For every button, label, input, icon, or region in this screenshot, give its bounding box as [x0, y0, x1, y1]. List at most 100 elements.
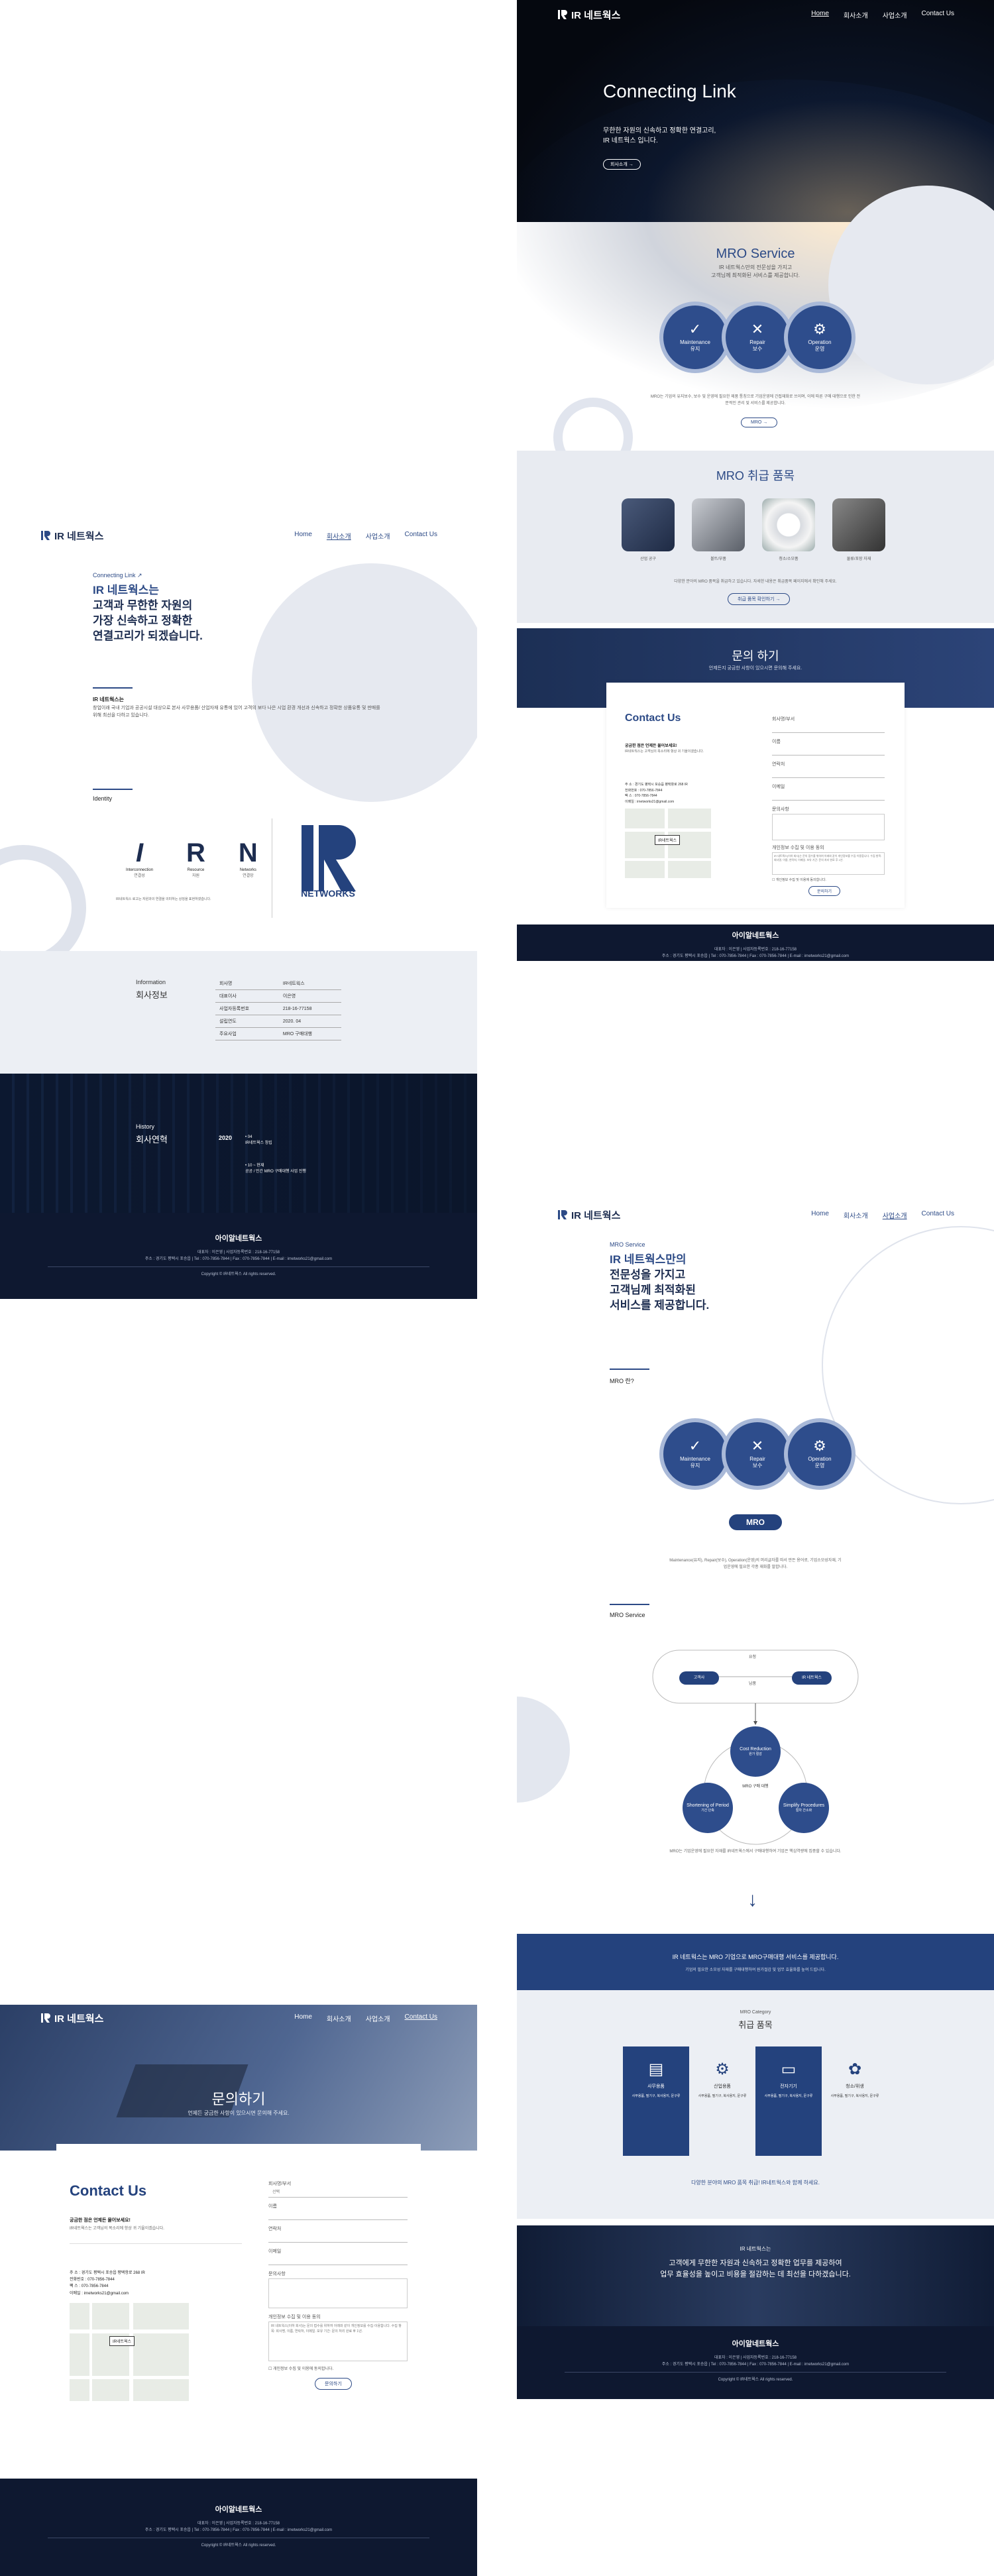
nav-business[interactable]: 사업소개	[366, 531, 390, 541]
phone-field[interactable]	[772, 769, 885, 778]
circle-label-en: Maintenance	[680, 339, 710, 345]
nav-home[interactable]: Home	[294, 531, 312, 541]
mro-button[interactable]: MRO →	[741, 418, 778, 427]
tel-value: 070-7856-7844	[87, 2278, 115, 2282]
item-card[interactable]: 볼트/부품	[692, 498, 745, 561]
submit-button[interactable]: 문의하기	[315, 2378, 352, 2390]
items-button[interactable]: 취급 품목 확인하기 →	[728, 593, 791, 605]
identity-letters: I Interconnection 연결성 R Resource 자원 N Network…	[126, 838, 258, 878]
company-label: 회사명/부서	[772, 717, 795, 722]
contact-page: IR 네트웍스 Home 회사소개 사업소개 Contact Us 문의하기 언제든 …	[0, 2005, 477, 2576]
item-label: 청소/소모품	[779, 557, 799, 561]
agree-label: 개인정보 수집 및 이용에 동의합니다.	[273, 2367, 334, 2371]
nav-contact[interactable]: Contact Us	[922, 10, 954, 20]
brand-logo[interactable]: IR 네트웍스	[557, 8, 620, 22]
item-card[interactable]: 청소/소모품	[762, 498, 815, 561]
company-select[interactable]: 선택	[268, 2188, 408, 2198]
category-card[interactable]: ✿ 청소/위생 사무용품, 필기구, 복사용지, 문구류	[822, 2046, 888, 2156]
tel-value: 070-7856-7844	[639, 788, 663, 793]
brand-logo[interactable]: IR 네트웍스	[40, 2011, 103, 2025]
name-label: 이름	[268, 2204, 277, 2209]
info-key: 대표이사	[215, 989, 279, 1003]
info-section: Information 회사정보 회사명 IR네트웍스 대표이사 이은영 사업자등록…	[0, 951, 477, 1074]
nav-contact[interactable]: Contact Us	[922, 1210, 954, 1220]
privacy-box[interactable]: IR 네트웍스(이하 회사)는 문의 접수를 위하여 아래와 같이 개인정보를 …	[268, 2322, 408, 2361]
closing-line: IR 네트웍스는	[740, 2246, 771, 2252]
inquiry-textarea[interactable]	[268, 2278, 408, 2308]
hero-button[interactable]: 회사소개 →	[603, 159, 641, 170]
contact-question: 궁금한 점은 언제든 물어보세요!	[625, 744, 677, 748]
contact-info: 주 소 : 경기도 평택시 포승읍 평택항로 268 IR 전화번호 : 070…	[625, 783, 688, 804]
category-card[interactable]: ▭ 전자기기 사무용품, 필기구, 복사용지, 문구류	[755, 2046, 822, 2156]
category-card[interactable]: ⚙ 산업용품 사무용품, 필기구, 복사용지, 문구류	[689, 2046, 755, 2156]
info-value: IR네트웍스	[278, 978, 341, 990]
item-card[interactable]: 산업 공구	[622, 498, 675, 561]
home-page: IR 네트웍스 Home 회사소개 사업소개 Contact Us Connectin…	[517, 0, 994, 961]
footer-logo: 아이알네트웍스	[517, 2338, 994, 2351]
nav-company[interactable]: 회사소개	[844, 10, 868, 20]
service-title-line: 고객님께 최적화된	[610, 1283, 696, 1296]
letter-ko: 자원	[192, 874, 199, 878]
nav-company[interactable]: 회사소개	[327, 531, 351, 541]
agree-checkbox[interactable]: ☐ 개인정보 수집 및 이용에 동의합니다.	[268, 2365, 408, 2371]
map-pin: IR네트웍스	[655, 835, 681, 845]
item-card[interactable]: 물류/포장 자재	[832, 498, 885, 561]
history-month: 10 ~ 현재	[247, 1164, 264, 1168]
nav-home[interactable]: Home	[811, 1210, 829, 1220]
gear-icon: ⚙	[813, 1437, 826, 1454]
mro-sub2: 고객님께 최적화된 서비스를 제공합니다.	[710, 272, 800, 278]
location-map[interactable]: IR네트웍스	[70, 2303, 189, 2401]
fax-label: 팩 스	[625, 794, 632, 798]
item-photo	[832, 498, 885, 551]
simp-ko: 절차 간소화	[795, 1809, 812, 1813]
name-field[interactable]	[268, 2211, 408, 2220]
email-label: 이메일	[268, 2249, 282, 2254]
name-field[interactable]	[772, 746, 885, 756]
inquiry-textarea[interactable]	[772, 814, 885, 840]
contact-banner-title: 문의 하기	[732, 649, 779, 663]
mro-sub1: IR 네트웍스만의 전문성을 가지고	[718, 264, 793, 270]
info-key: 설립연도	[215, 1015, 279, 1028]
service-title-line: IR 네트웍스만의	[610, 1253, 687, 1266]
nav-contact[interactable]: Contact Us	[405, 2013, 437, 2023]
footer-line2: 주소 : 경기도 평택시 포승읍 | Tel : 070-7856-7844 |…	[144, 1257, 333, 1261]
agree-checkbox[interactable]: ☐ 개인정보 수집 및 이용에 동의합니다.	[772, 877, 885, 882]
nav-home[interactable]: Home	[294, 2013, 312, 2023]
service-page: IR 네트웍스 Home 회사소개 사업소개 Contact Us MRO Servi…	[517, 1186, 994, 2399]
phone-field[interactable]	[268, 2233, 408, 2243]
footer-brand: 아이알네트웍스	[215, 2506, 262, 2514]
footer-line2: 주소 : 경기도 평택시 포승읍 | Tel : 070-7856-7844 |…	[661, 954, 850, 958]
nav-home[interactable]: Home	[811, 10, 829, 20]
brand-name: IR 네트웍스	[571, 9, 621, 21]
nav-business[interactable]: 사업소개	[366, 2013, 390, 2023]
gear-icon: ⚙	[813, 321, 826, 337]
nav-company[interactable]: 회사소개	[327, 2013, 351, 2023]
brand-logo[interactable]: IR 네트웍스	[557, 1208, 620, 1222]
nav-contact[interactable]: Contact Us	[405, 531, 437, 541]
footer-line1: 대표자 : 이은영 | 사업자등록번호 : 218-16-77158	[714, 947, 797, 952]
table-row: 회사명 IR네트웍스	[215, 978, 341, 990]
company-field[interactable]	[772, 724, 885, 733]
email-field[interactable]	[772, 791, 885, 801]
item-label: 물류/포장 자재	[846, 557, 871, 561]
identity-label: Identity	[93, 795, 113, 802]
monitor-icon: ▭	[781, 2060, 797, 2078]
category-desc: 다양한 분야의 MRO 품목 취급! IR네트웍스와 함께 하세요.	[691, 2180, 820, 2186]
letter-i: I	[135, 838, 144, 868]
closing-line: 고객에게 무한한 자원과 신속하고 정확한 업무를 제공하여	[669, 2259, 842, 2267]
nav-business[interactable]: 사업소개	[883, 10, 907, 20]
maintenance-circle: ✓ Maintenance 유지	[659, 302, 731, 373]
category-card[interactable]: ▤ 사무용품 사무용품, 필기구, 복사용지, 문구류	[623, 2046, 689, 2156]
checkbox-icon[interactable]: ☐	[772, 878, 775, 882]
email-field[interactable]	[268, 2256, 408, 2265]
flow-node-ir: IR 네트웍스	[792, 1671, 832, 1685]
circle-label-ko: 보수	[752, 1463, 763, 1469]
submit-button[interactable]: 문의하기	[808, 886, 841, 896]
nav-business[interactable]: 사업소개	[883, 1210, 907, 1220]
checkbox-icon[interactable]: ☐	[268, 2367, 272, 2371]
location-map[interactable]: IR네트웍스	[625, 809, 711, 878]
brand-logo[interactable]: IR 네트웍스	[40, 529, 103, 543]
footer-line2: 주소 : 경기도 평택시 포승읍 | Tel : 070-7856-7844 |…	[661, 2362, 850, 2367]
privacy-box[interactable]: IR 네트웍스(이하 회사)는 문의 접수를 위하여 아래와 같이 개인정보를 …	[772, 852, 885, 875]
nav-company[interactable]: 회사소개	[844, 1210, 868, 1220]
